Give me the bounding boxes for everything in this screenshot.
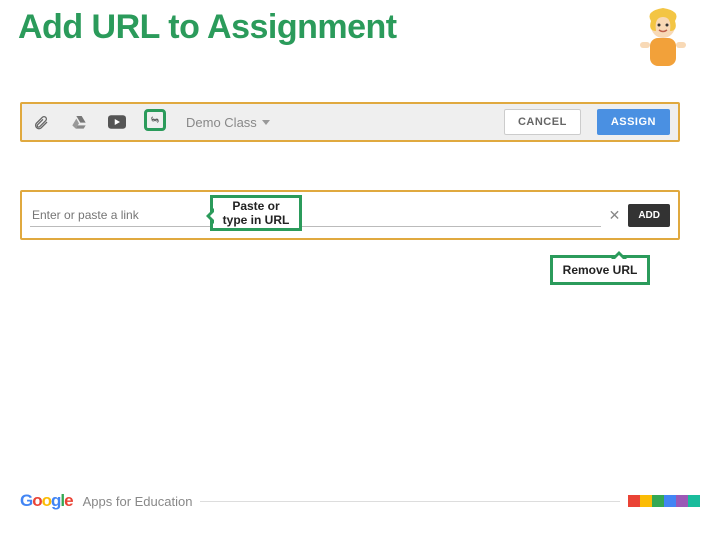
chevron-down-icon (262, 120, 270, 125)
cancel-button[interactable]: CANCEL (504, 109, 581, 135)
page-title: Add URL to Assignment (18, 8, 397, 47)
clear-url-icon[interactable]: ✕ (601, 207, 629, 224)
callout-paste-url: Paste or type in URL (210, 195, 302, 231)
url-input-row: ✕ ADD (20, 190, 680, 240)
attachment-icon[interactable] (30, 111, 52, 133)
footer-stripes (628, 495, 700, 507)
link-icon[interactable] (144, 109, 166, 131)
footer-product: Apps for Education (83, 494, 193, 509)
callout-remove-url: Remove URL (550, 255, 650, 285)
google-logo: Google (20, 491, 73, 511)
youtube-icon[interactable] (106, 111, 128, 133)
class-selector[interactable]: Demo Class (186, 115, 270, 130)
assignment-toolbar: Demo Class CANCEL ASSIGN (20, 102, 680, 142)
class-label: Demo Class (186, 115, 257, 130)
teacher-avatar (628, 6, 698, 86)
drive-icon[interactable] (68, 111, 90, 133)
footer-divider (200, 501, 620, 502)
footer: Google Apps for Education (20, 486, 700, 516)
assign-button[interactable]: ASSIGN (597, 109, 670, 135)
add-url-button[interactable]: ADD (628, 204, 670, 227)
url-input[interactable] (30, 204, 601, 227)
